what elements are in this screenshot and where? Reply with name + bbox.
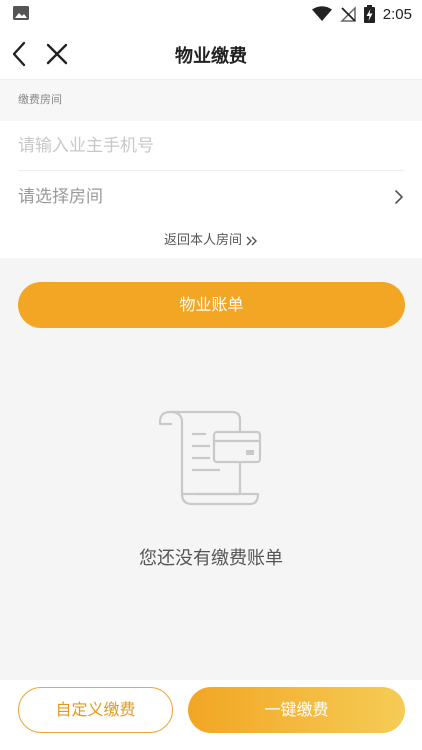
bottom-action-bar: 自定义缴费 一键缴费 bbox=[0, 680, 422, 750]
one-key-payment-button[interactable]: 一键缴费 bbox=[188, 687, 405, 733]
room-form: 请选择房间 返回本人房间 bbox=[0, 121, 422, 258]
custom-payment-button[interactable]: 自定义缴费 bbox=[18, 687, 173, 733]
section-label: 缴费房间 bbox=[0, 81, 422, 121]
property-bill-button[interactable]: 物业账单 bbox=[18, 282, 405, 328]
battery-charging-icon bbox=[363, 5, 375, 23]
return-own-room-link[interactable]: 返回本人房间 bbox=[0, 229, 422, 248]
empty-bill-icon bbox=[158, 410, 262, 506]
phone-field bbox=[18, 121, 404, 171]
wifi-icon bbox=[311, 6, 332, 21]
empty-message: 您还没有缴费账单 bbox=[139, 548, 283, 569]
double-chevron-right-icon bbox=[246, 236, 257, 245]
room-selector-placeholder: 请选择房间 bbox=[18, 187, 103, 207]
no-signal-icon bbox=[339, 6, 356, 22]
chevron-right-icon bbox=[395, 190, 403, 204]
image-notification-icon bbox=[13, 6, 29, 20]
status-bar: 2:05 bbox=[0, 0, 422, 28]
room-selector[interactable]: 请选择房间 bbox=[18, 172, 404, 222]
return-own-room-label: 返回本人房间 bbox=[163, 233, 242, 248]
page-title: 物业缴费 bbox=[175, 46, 247, 67]
phone-input[interactable] bbox=[18, 122, 404, 170]
clock: 2:05 bbox=[382, 5, 412, 23]
navigation-bar: 物业缴费 bbox=[0, 28, 422, 80]
